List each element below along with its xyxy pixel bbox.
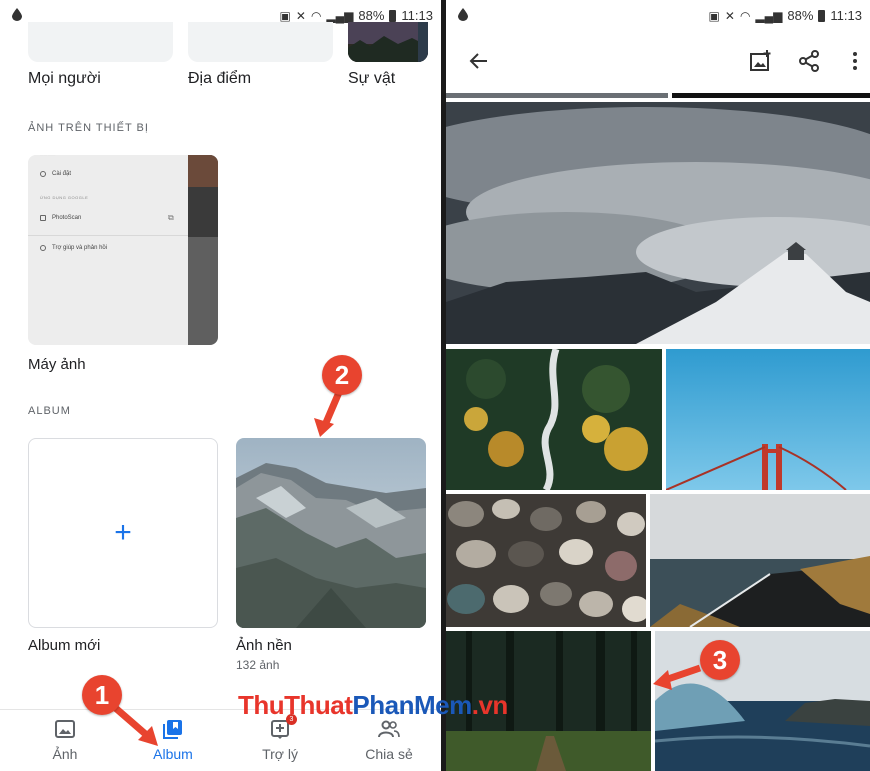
watermark: ThuThuatPhanMem.vn <box>238 690 508 720</box>
step-marker-2: 2 <box>322 355 362 395</box>
step-marker-3: 3 <box>700 640 740 680</box>
step-marker-1: 1 <box>82 675 122 715</box>
